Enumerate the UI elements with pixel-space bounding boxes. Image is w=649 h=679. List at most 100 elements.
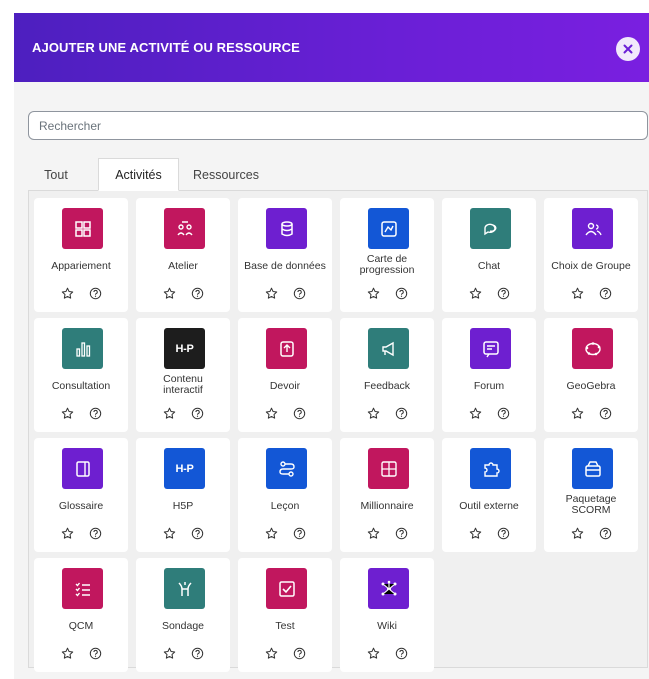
activity-card-contenu-interactif[interactable]: H-P Contenu interactif: [136, 318, 230, 432]
chat-icon: [470, 208, 511, 249]
activity-card-sondage[interactable]: Sondage: [136, 558, 230, 672]
search-input[interactable]: [28, 111, 648, 140]
help-icon[interactable]: [292, 526, 306, 540]
help-icon[interactable]: [394, 406, 408, 420]
activity-actions: [340, 646, 434, 660]
star-icon[interactable]: [468, 406, 482, 420]
activity-actions: [340, 286, 434, 300]
activity-card-forum[interactable]: Forum: [442, 318, 536, 432]
activity-card-h5p[interactable]: H-P H5P: [136, 438, 230, 552]
star-icon[interactable]: [366, 286, 380, 300]
help-icon[interactable]: [190, 526, 204, 540]
group-icon: [572, 208, 613, 249]
h5p-logo-text: H-P: [175, 462, 194, 475]
tab-activities[interactable]: Activités: [98, 158, 179, 191]
help-icon[interactable]: [190, 406, 204, 420]
star-icon[interactable]: [264, 646, 278, 660]
activity-card-geogebra[interactable]: GeoGebra: [544, 318, 638, 432]
activity-label: Atelier: [168, 260, 198, 272]
activity-card-test[interactable]: Test: [238, 558, 332, 672]
help-icon[interactable]: [394, 526, 408, 540]
help-icon[interactable]: [598, 526, 612, 540]
add-activity-modal: AJOUTER UNE ACTIVITÉ OU RESSOURCE Tout A…: [14, 13, 649, 679]
help-icon[interactable]: [292, 646, 306, 660]
help-icon[interactable]: [394, 646, 408, 660]
help-icon[interactable]: [292, 406, 306, 420]
activity-actions: [34, 406, 128, 420]
activity-card-consultation[interactable]: Consultation: [34, 318, 128, 432]
activity-card-lecon[interactable]: Leçon: [238, 438, 332, 552]
modal-header: AJOUTER UNE ACTIVITÉ OU RESSOURCE: [14, 13, 649, 82]
activity-card-carte-de-progression[interactable]: Carte de progression: [340, 198, 434, 312]
activity-label: H5P: [172, 500, 194, 512]
star-icon[interactable]: [162, 406, 176, 420]
activity-card-atelier[interactable]: Atelier: [136, 198, 230, 312]
activity-actions: [238, 406, 332, 420]
help-icon[interactable]: [598, 286, 612, 300]
activity-label: Choix de Groupe: [551, 260, 631, 272]
star-icon[interactable]: [468, 286, 482, 300]
star-icon[interactable]: [60, 406, 74, 420]
megaphone-icon: [368, 328, 409, 369]
assignment-icon: [266, 328, 307, 369]
star-icon[interactable]: [60, 286, 74, 300]
activity-card-millionnaire[interactable]: Millionnaire: [340, 438, 434, 552]
star-icon[interactable]: [264, 526, 278, 540]
close-icon: [623, 44, 633, 54]
help-icon[interactable]: [88, 286, 102, 300]
star-icon[interactable]: [60, 526, 74, 540]
help-icon[interactable]: [88, 526, 102, 540]
activity-card-appariement[interactable]: Appariement: [34, 198, 128, 312]
help-icon[interactable]: [190, 286, 204, 300]
star-icon[interactable]: [162, 526, 176, 540]
close-button[interactable]: [616, 37, 640, 61]
workshop-icon: [164, 208, 205, 249]
tab-all[interactable]: Tout: [28, 158, 84, 191]
star-icon[interactable]: [60, 646, 74, 660]
activity-card-paquetage-scorm[interactable]: Paquetage SCORM: [544, 438, 638, 552]
activity-actions: [136, 406, 230, 420]
activity-card-wiki[interactable]: Wiki: [340, 558, 434, 672]
lesson-icon: [266, 448, 307, 489]
activity-label: GeoGebra: [566, 380, 616, 392]
wiki-icon: [368, 568, 409, 609]
help-icon[interactable]: [496, 406, 510, 420]
help-icon[interactable]: [88, 646, 102, 660]
activity-card-chat[interactable]: Chat: [442, 198, 536, 312]
star-icon[interactable]: [570, 286, 584, 300]
star-icon[interactable]: [570, 526, 584, 540]
star-icon[interactable]: [468, 526, 482, 540]
star-icon[interactable]: [570, 406, 584, 420]
help-icon[interactable]: [394, 286, 408, 300]
help-icon[interactable]: [190, 646, 204, 660]
package-icon: [572, 448, 613, 489]
h5p-logo-text: H-P: [175, 342, 194, 355]
star-icon[interactable]: [264, 286, 278, 300]
activity-actions: [544, 286, 638, 300]
activity-card-outil-externe[interactable]: Outil externe: [442, 438, 536, 552]
chart-icon: [62, 328, 103, 369]
activity-actions: [34, 646, 128, 660]
activity-card-feedback[interactable]: Feedback: [340, 318, 434, 432]
star-icon[interactable]: [264, 406, 278, 420]
activity-card-choix-de-groupe[interactable]: Choix de Groupe: [544, 198, 638, 312]
help-icon[interactable]: [88, 406, 102, 420]
activity-label: Paquetage SCORM: [565, 493, 617, 516]
help-icon[interactable]: [496, 526, 510, 540]
star-icon[interactable]: [162, 286, 176, 300]
activity-actions: [340, 406, 434, 420]
activity-actions: [238, 646, 332, 660]
activity-card-base-de-donnees[interactable]: Base de données: [238, 198, 332, 312]
tab-resources[interactable]: Ressources: [184, 158, 268, 191]
activity-card-devoir[interactable]: Devoir: [238, 318, 332, 432]
star-icon[interactable]: [366, 526, 380, 540]
help-icon[interactable]: [292, 286, 306, 300]
star-icon[interactable]: [366, 646, 380, 660]
activity-card-qcm[interactable]: QCM: [34, 558, 128, 672]
star-icon[interactable]: [366, 406, 380, 420]
activity-label: Leçon: [270, 500, 300, 512]
help-icon[interactable]: [496, 286, 510, 300]
star-icon[interactable]: [162, 646, 176, 660]
help-icon[interactable]: [598, 406, 612, 420]
activity-card-glossaire[interactable]: Glossaire: [34, 438, 128, 552]
